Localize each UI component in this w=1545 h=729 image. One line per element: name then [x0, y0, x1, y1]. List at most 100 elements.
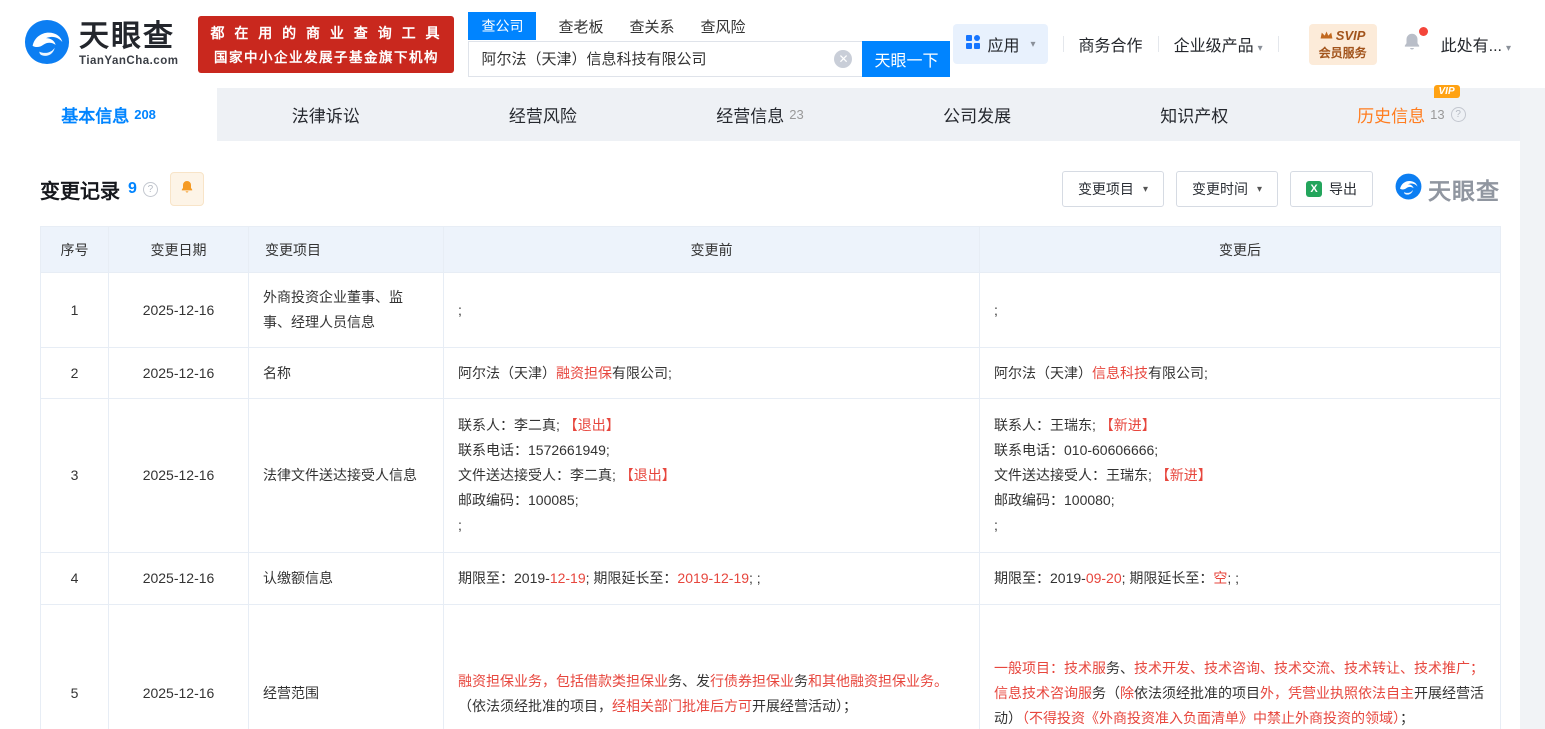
cell-after-change: 期限至：2019-09-20; 期限延长至：空; ;	[980, 553, 1501, 605]
text-segment: 文件送达接受人：李二真;	[458, 467, 620, 483]
cell-line: 文件送达接受人：王瑞东; 【新进】	[994, 463, 1486, 488]
nav-tab-label: 历史信息	[1357, 102, 1425, 127]
text-segment: 联系电话：1572661949;	[458, 442, 610, 458]
cell-line: ;	[994, 513, 1486, 538]
cell-change-date: 2025-12-16	[109, 273, 249, 348]
nav-tab-7[interactable]: 历史信息 13 VIP?	[1303, 88, 1520, 141]
change-record-header: 变更记录 9 ? 变更项目▾ 变更时间▾ X	[0, 141, 1520, 207]
account-name: 此处有...	[1441, 38, 1502, 55]
nav-tab-6[interactable]: 知识产权	[1086, 88, 1303, 141]
text-segment: 务	[794, 673, 808, 689]
text-segment: 外，凭营业执照依法自主	[1260, 685, 1414, 701]
slogan-line1: 都 在 用 的 商 业 查 询 工 具	[210, 23, 442, 43]
cell-before-change: 阿尔法（天津）融资担保有限公司;	[444, 348, 980, 399]
notifications-bell[interactable]	[1401, 31, 1423, 58]
nav-tab-label: 公司发展	[943, 102, 1011, 127]
search-tab[interactable]: 查风险	[701, 12, 746, 41]
text-segment: 一般项目：技术服	[994, 660, 1106, 676]
business-cooperation-link[interactable]: 商务合作	[1079, 32, 1143, 56]
text-segment: 阿尔法（天津）	[994, 365, 1092, 381]
cell-after-change: 阿尔法（天津）信息科技有限公司;	[980, 348, 1501, 399]
cell-line: ;	[994, 298, 1486, 323]
enterprise-products-link[interactable]: 企业级产品▾	[1174, 32, 1263, 56]
text-segment: 信息科技	[1092, 365, 1148, 381]
nav-tab-3[interactable]: 经营风险	[434, 88, 651, 141]
table-row: 22025-12-16名称阿尔法（天津）融资担保有限公司;阿尔法（天津）信息科技…	[41, 348, 1501, 399]
section-count: 9	[128, 180, 137, 198]
nav-tab-inner: 经营信息23	[716, 102, 803, 127]
nav-tab-count: 208	[134, 107, 156, 122]
cell-change-item: 认缴额信息	[249, 553, 444, 605]
cell-line: 联系人：李二真; 【退出】	[458, 413, 965, 438]
text-segment: 期限至：2019-	[458, 570, 550, 586]
svip-subtitle: 会员服务	[1319, 44, 1367, 61]
watermark-text: 天眼查	[1428, 172, 1500, 206]
company-nav-tabs: 基本信息208法律诉讼 经营风险 经营信息23 公司发展 知识产权 历史信息 13 VIP?	[0, 88, 1520, 141]
divider	[1063, 36, 1064, 52]
apps-menu[interactable]: 应用 ▾	[953, 24, 1048, 64]
search-tab[interactable]: 查公司	[468, 12, 536, 40]
cell-after-change: ;	[980, 273, 1501, 348]
text-segment: 空	[1213, 570, 1227, 586]
text-segment: ;	[994, 302, 998, 318]
cell-line: 联系人：王瑞东; 【新进】	[994, 413, 1486, 438]
text-segment: 融资担保业务，包括借款类担保业	[458, 673, 668, 689]
account-menu[interactable]: 此处有...▾	[1441, 32, 1511, 56]
slogan-banner: 都 在 用 的 商 业 查 询 工 具 国家中小企业发展子基金旗下机构	[198, 16, 454, 73]
nav-tab-count: 13	[1430, 107, 1444, 122]
tianyancha-logo[interactable]: 天眼查 TianYanCha.com	[24, 19, 178, 70]
cell-change-date: 2025-12-16	[109, 605, 249, 729]
nav-tab-1[interactable]: 基本信息208	[0, 88, 217, 141]
filter-change-time-label: 变更时间	[1192, 179, 1248, 199]
filter-change-item-button[interactable]: 变更项目▾	[1062, 171, 1164, 207]
cell-change-date: 2025-12-16	[109, 399, 249, 553]
cell-before-change: ;	[444, 273, 980, 348]
text-segment: 联系电话：010-60606666;	[994, 442, 1158, 458]
svip-title: SVIP	[1336, 28, 1366, 43]
table-row: 52025-12-16经营范围融资担保业务，包括借款类担保业务、发行债券担保业务…	[41, 605, 1501, 729]
nav-tab-inner: 历史信息13VIP?	[1357, 102, 1465, 127]
text-segment: 联系人：李二真;	[458, 417, 564, 433]
text-segment: 融资担保	[556, 365, 612, 381]
text-segment: （依法须经批准的项目，	[458, 698, 612, 714]
text-segment: 开展经营活动）；	[752, 698, 857, 714]
apps-grid-icon	[965, 34, 981, 55]
text-segment: 2019-12-19	[677, 570, 749, 586]
svip-member-button[interactable]: SVIP 会员服务	[1309, 24, 1377, 65]
filter-change-time-button[interactable]: 变更时间▾	[1176, 171, 1278, 207]
clear-input-icon[interactable]: ✕	[834, 50, 852, 68]
slogan-line2: 国家中小企业发展子基金旗下机构	[210, 46, 442, 66]
cell-line: 阿尔法（天津）信息科技有限公司;	[994, 361, 1486, 386]
text-segment: 联系人：王瑞东;	[994, 417, 1100, 433]
text-segment: 务、	[1106, 660, 1134, 676]
search-button[interactable]: 天眼一下	[862, 41, 950, 77]
text-segment: 邮政编码：100085;	[458, 492, 579, 508]
text-segment: 和其他融资担保业务。	[808, 673, 948, 689]
text-segment: 阿尔法（天津）	[458, 365, 556, 381]
top-right-menu: 应用 ▾ 商务合作 企业级产品▾ SVIP 会员服务	[953, 24, 1545, 65]
vip-badge: VIP	[1434, 85, 1460, 98]
cell-line: 联系电话：010-60606666;	[994, 438, 1486, 463]
nav-tab-2[interactable]: 法律诉讼	[217, 88, 434, 141]
text-segment: ；	[1400, 710, 1414, 726]
cell-index: 5	[41, 605, 109, 729]
search-tab[interactable]: 查关系	[630, 12, 675, 41]
text-segment: 有限公司;	[612, 365, 672, 381]
cell-index: 2	[41, 348, 109, 399]
help-icon[interactable]: ?	[143, 182, 158, 197]
filter-change-item-label: 变更项目	[1078, 179, 1134, 199]
search-input[interactable]	[468, 41, 862, 77]
export-label: 导出	[1329, 179, 1357, 199]
nav-tab-5[interactable]: 公司发展	[869, 88, 1086, 141]
column-header: 序号	[41, 227, 109, 273]
search-tab[interactable]: 查老板	[558, 12, 603, 41]
nav-tab-label: 经营风险	[509, 102, 577, 127]
divider	[1158, 36, 1159, 52]
cell-index: 4	[41, 553, 109, 605]
help-icon[interactable]: ?	[1451, 107, 1466, 122]
text-segment: 【退出】	[564, 417, 620, 433]
subscribe-bell-button[interactable]	[170, 172, 204, 206]
cell-after-change: 联系人：王瑞东; 【新进】联系电话：010-60606666; 文件送达接受人：王…	[980, 399, 1501, 553]
nav-tab-4[interactable]: 经营信息23	[651, 88, 868, 141]
export-button[interactable]: X 导出	[1290, 171, 1373, 207]
